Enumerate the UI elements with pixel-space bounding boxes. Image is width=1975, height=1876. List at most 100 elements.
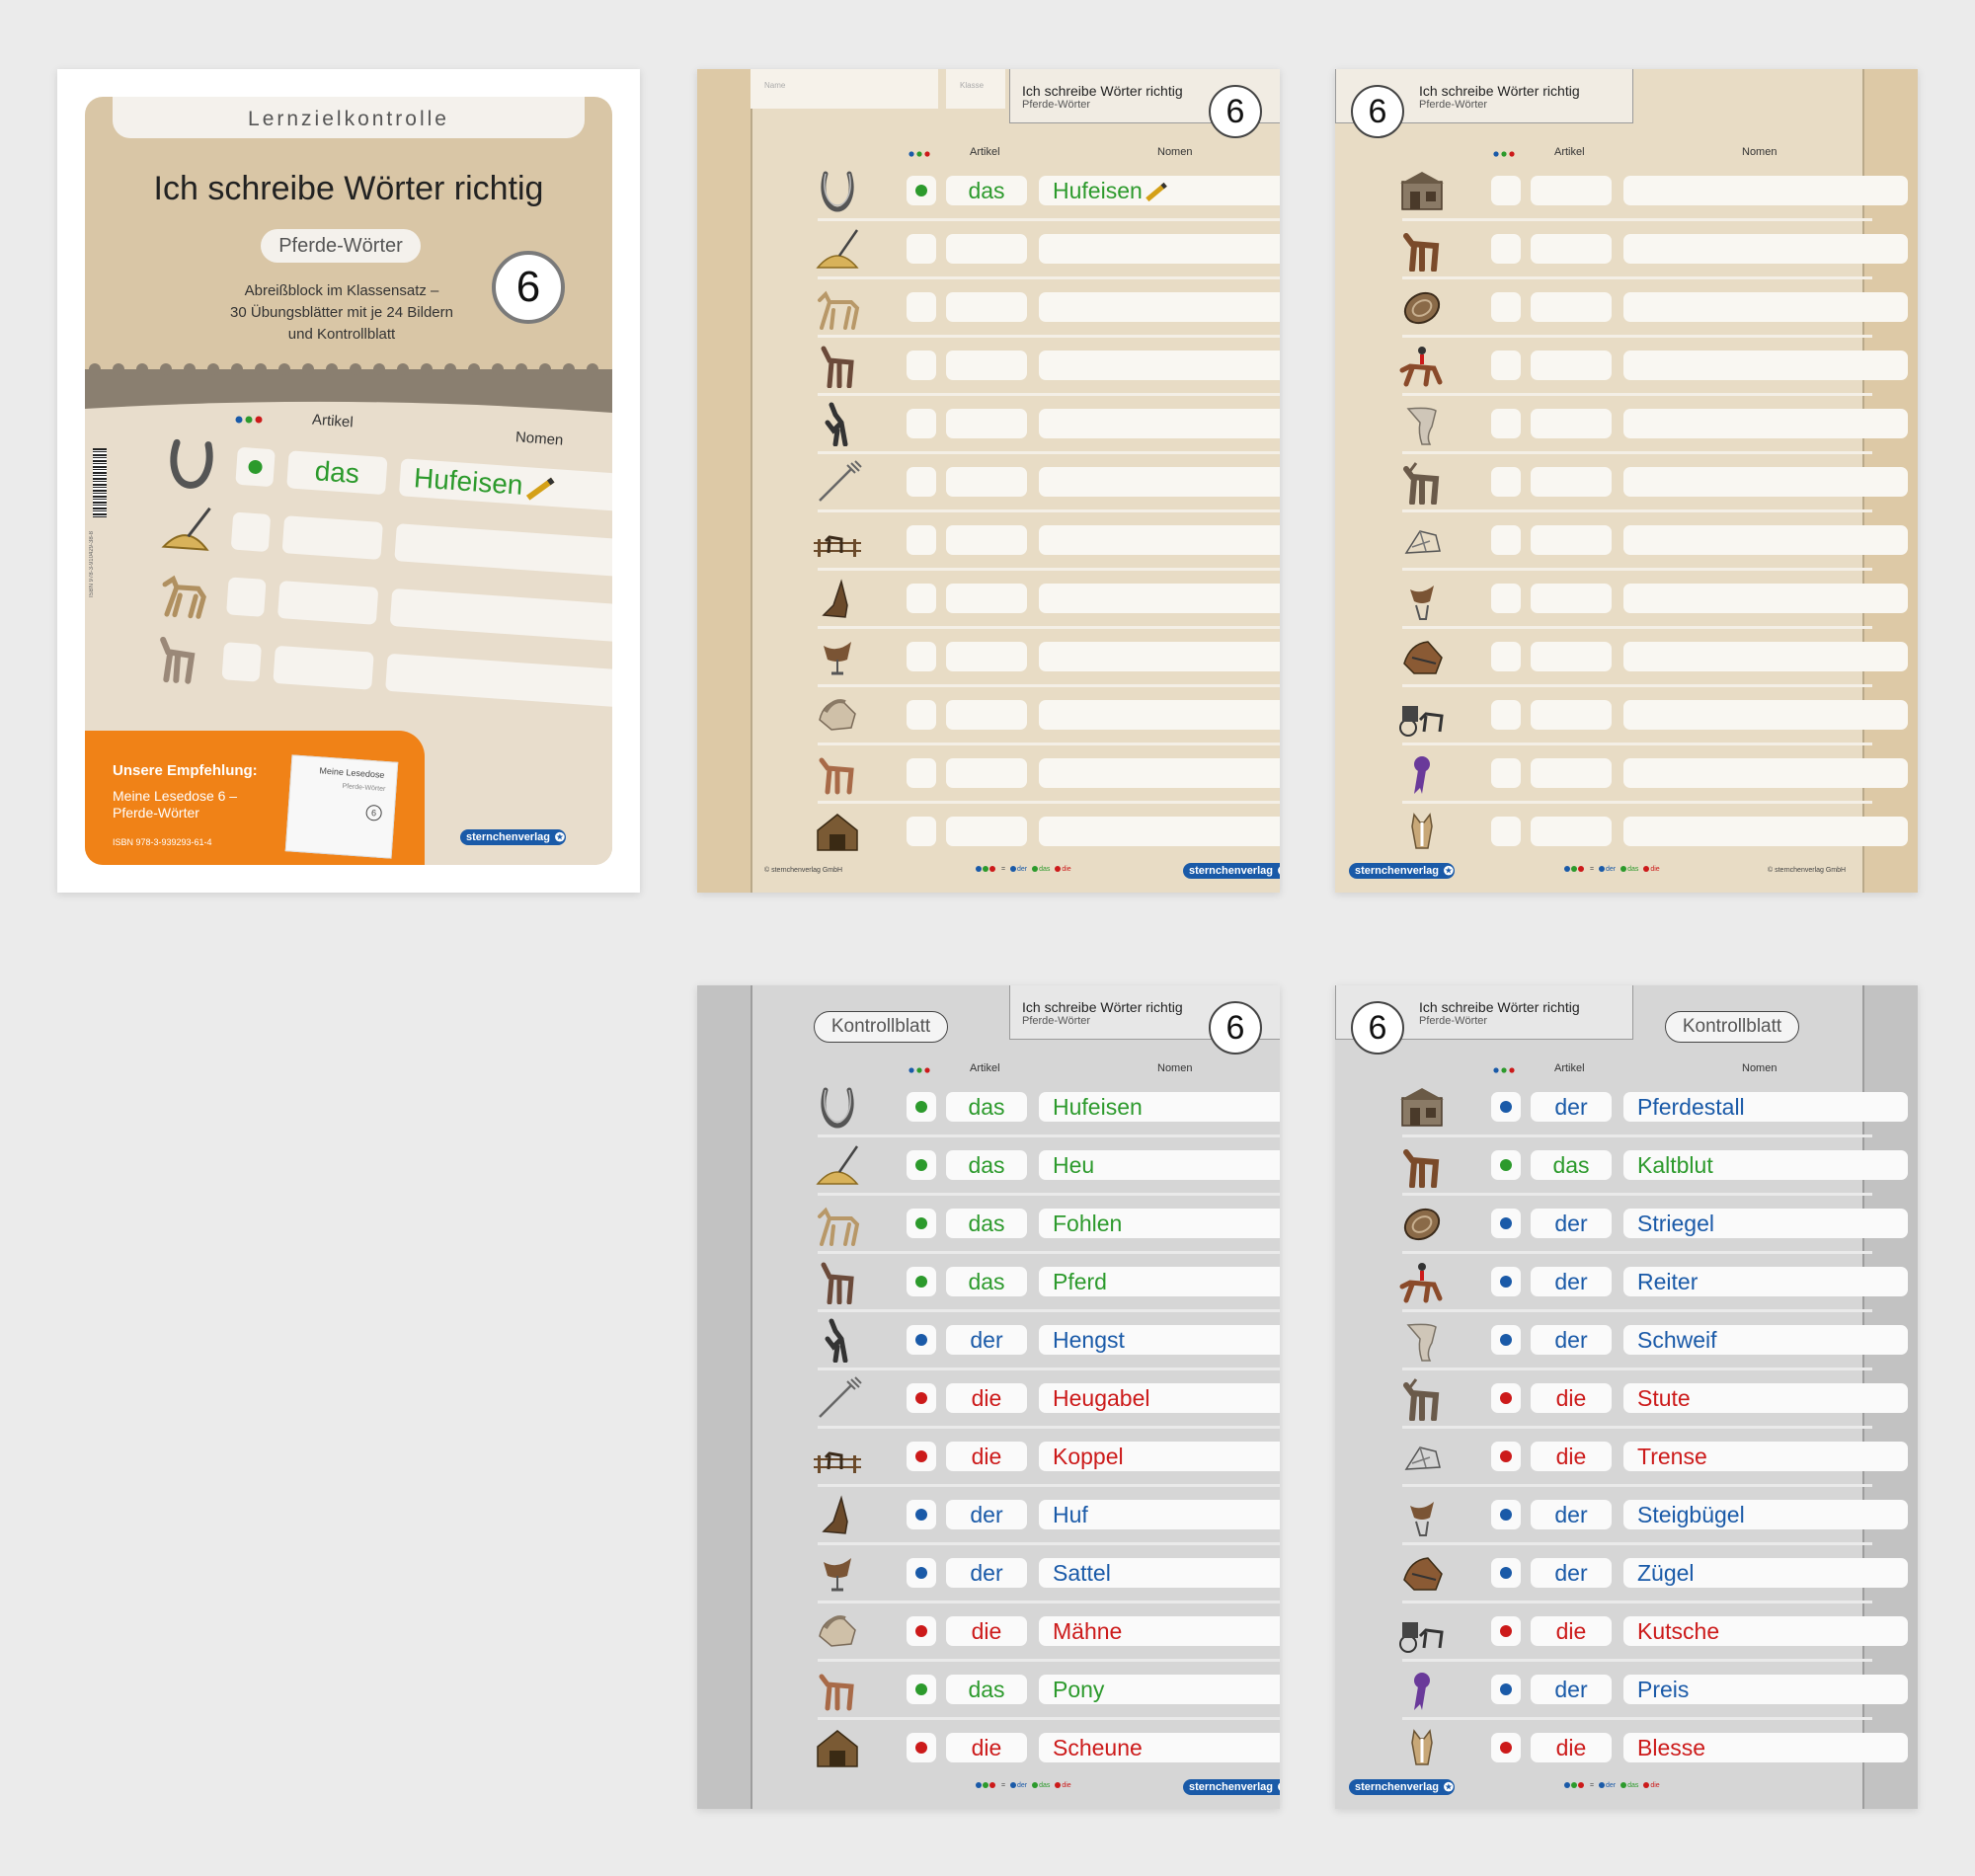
noun-field[interactable]: Blesse bbox=[1623, 1733, 1908, 1762]
noun-field[interactable]: Pferdestall bbox=[1623, 1092, 1908, 1122]
article-field[interactable]: der bbox=[1531, 1325, 1612, 1355]
article-color-box[interactable] bbox=[1491, 1675, 1521, 1704]
article-field[interactable] bbox=[1531, 817, 1612, 846]
article-field[interactable] bbox=[1531, 700, 1612, 730]
article-field[interactable] bbox=[1531, 525, 1612, 555]
noun-field[interactable]: Preis bbox=[1623, 1675, 1908, 1704]
article-field[interactable] bbox=[1531, 234, 1612, 264]
article-color-box[interactable] bbox=[1491, 1325, 1521, 1355]
article-color-box[interactable] bbox=[1491, 176, 1521, 205]
article-color-box[interactable] bbox=[1491, 1209, 1521, 1238]
noun-field[interactable] bbox=[1039, 700, 1280, 730]
article-color-box[interactable] bbox=[907, 1442, 936, 1471]
noun-field[interactable]: Hufeisen bbox=[1039, 176, 1280, 205]
article-color-box[interactable] bbox=[1491, 409, 1521, 438]
article-field[interactable]: der bbox=[1531, 1267, 1612, 1296]
article-color-box[interactable] bbox=[907, 700, 936, 730]
article-field[interactable]: der bbox=[1531, 1209, 1612, 1238]
article-color-box[interactable] bbox=[1491, 1558, 1521, 1588]
article-field[interactable]: die bbox=[1531, 1442, 1612, 1471]
noun-field[interactable]: Heugabel bbox=[1039, 1383, 1280, 1413]
noun-field[interactable]: Mähne bbox=[1039, 1616, 1280, 1646]
noun-field[interactable]: Steigbügel bbox=[1623, 1500, 1908, 1529]
article-field[interactable]: die bbox=[946, 1383, 1027, 1413]
noun-field[interactable] bbox=[1039, 467, 1280, 497]
noun-field[interactable] bbox=[1039, 584, 1280, 613]
noun-field[interactable]: Scheune bbox=[1039, 1733, 1280, 1762]
article-field[interactable]: der bbox=[1531, 1675, 1612, 1704]
article-color-box[interactable] bbox=[907, 525, 936, 555]
article-color-box[interactable] bbox=[907, 351, 936, 380]
article-color-box[interactable] bbox=[1491, 292, 1521, 322]
article-color-box[interactable] bbox=[1491, 1267, 1521, 1296]
article-color-box[interactable] bbox=[1491, 467, 1521, 497]
noun-field[interactable] bbox=[1039, 817, 1280, 846]
noun-field[interactable] bbox=[1623, 292, 1908, 322]
article-color-box[interactable] bbox=[907, 1500, 936, 1529]
article-field[interactable]: das bbox=[946, 176, 1027, 205]
article-color-box[interactable] bbox=[907, 1325, 936, 1355]
article-color-box[interactable] bbox=[907, 409, 936, 438]
noun-field[interactable] bbox=[1623, 234, 1908, 264]
article-color-box[interactable] bbox=[907, 1616, 936, 1646]
article-field[interactable] bbox=[946, 351, 1027, 380]
article-color-box[interactable] bbox=[907, 758, 936, 788]
article-color-box[interactable] bbox=[1491, 351, 1521, 380]
article-color-box[interactable] bbox=[907, 1558, 936, 1588]
article-field[interactable] bbox=[946, 817, 1027, 846]
article-field[interactable] bbox=[1531, 642, 1612, 671]
article-field[interactable]: die bbox=[1531, 1383, 1612, 1413]
article-field[interactable]: das bbox=[946, 1092, 1027, 1122]
article-field[interactable]: die bbox=[1531, 1733, 1612, 1762]
article-color-box[interactable] bbox=[1491, 642, 1521, 671]
article-field[interactable]: der bbox=[1531, 1558, 1612, 1588]
article-field[interactable]: der bbox=[946, 1558, 1027, 1588]
article-color-box[interactable] bbox=[1491, 700, 1521, 730]
article-color-box[interactable] bbox=[907, 1150, 936, 1180]
article-color-box[interactable] bbox=[1491, 584, 1521, 613]
article-color-box[interactable] bbox=[1491, 1442, 1521, 1471]
noun-field[interactable] bbox=[1623, 642, 1908, 671]
article-field[interactable]: die bbox=[946, 1733, 1027, 1762]
article-field[interactable] bbox=[1531, 409, 1612, 438]
article-color-box[interactable] bbox=[907, 1209, 936, 1238]
noun-field[interactable]: Pferd bbox=[1039, 1267, 1280, 1296]
article-color-box[interactable] bbox=[1491, 1733, 1521, 1762]
article-field[interactable]: das bbox=[946, 1150, 1027, 1180]
noun-field[interactable]: Kutsche bbox=[1623, 1616, 1908, 1646]
article-color-box[interactable] bbox=[907, 176, 936, 205]
article-field[interactable]: der bbox=[1531, 1092, 1612, 1122]
name-field[interactable]: Name bbox=[750, 69, 938, 109]
article-field[interactable]: das bbox=[1531, 1150, 1612, 1180]
article-field[interactable] bbox=[946, 409, 1027, 438]
noun-field[interactable] bbox=[1039, 292, 1280, 322]
article-field[interactable]: der bbox=[946, 1500, 1027, 1529]
article-field[interactable]: das bbox=[946, 1209, 1027, 1238]
noun-field[interactable] bbox=[1039, 351, 1280, 380]
article-color-box[interactable] bbox=[1491, 1150, 1521, 1180]
article-color-box[interactable] bbox=[1491, 1092, 1521, 1122]
article-color-box[interactable] bbox=[907, 467, 936, 497]
noun-field[interactable]: Huf bbox=[1039, 1500, 1280, 1529]
noun-field[interactable] bbox=[1039, 642, 1280, 671]
noun-field[interactable]: Reiter bbox=[1623, 1267, 1908, 1296]
noun-field[interactable] bbox=[1623, 351, 1908, 380]
article-field[interactable] bbox=[946, 292, 1027, 322]
noun-field[interactable]: Pony bbox=[1039, 1675, 1280, 1704]
article-color-box[interactable] bbox=[907, 234, 936, 264]
noun-field[interactable] bbox=[1623, 817, 1908, 846]
article-field[interactable] bbox=[946, 525, 1027, 555]
noun-field[interactable]: Fohlen bbox=[1039, 1209, 1280, 1238]
noun-field[interactable]: Trense bbox=[1623, 1442, 1908, 1471]
article-field[interactable] bbox=[1531, 292, 1612, 322]
article-field[interactable] bbox=[1531, 584, 1612, 613]
noun-field[interactable] bbox=[1039, 525, 1280, 555]
article-color-box[interactable] bbox=[907, 817, 936, 846]
article-field[interactable] bbox=[1531, 351, 1612, 380]
article-color-box[interactable] bbox=[1491, 817, 1521, 846]
noun-field[interactable] bbox=[1039, 409, 1280, 438]
noun-field[interactable] bbox=[1623, 758, 1908, 788]
noun-field[interactable]: Zügel bbox=[1623, 1558, 1908, 1588]
noun-field[interactable] bbox=[1623, 467, 1908, 497]
article-field[interactable]: das bbox=[946, 1675, 1027, 1704]
